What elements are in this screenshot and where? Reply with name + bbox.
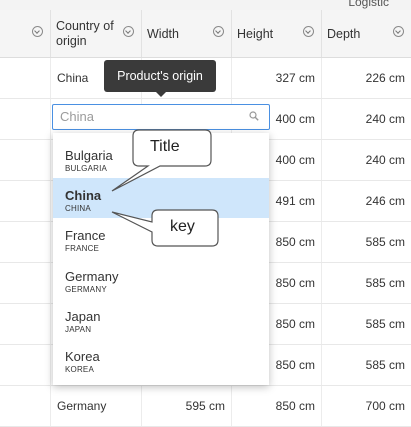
depth-cell: 585 cm xyxy=(365,276,405,290)
column-menu-icon[interactable] xyxy=(213,26,224,37)
dropdown-item-key: KOREA xyxy=(65,365,95,374)
dropdown-item-title: Korea xyxy=(65,349,100,364)
country-search-field[interactable] xyxy=(52,104,270,130)
tooltip: Product's origin xyxy=(104,60,216,97)
column-menu-icon[interactable] xyxy=(303,26,314,37)
height-cell: 850 cm xyxy=(275,399,315,413)
dropdown-item-selected[interactable]: China CHINA xyxy=(53,178,269,218)
dropdown-item-key: CHINA xyxy=(65,204,91,213)
column-divider xyxy=(50,181,51,221)
dropdown-item[interactable]: Germany GERMANY xyxy=(53,259,269,299)
dropdown-item-title: Japan xyxy=(65,309,101,324)
column-menu-icon[interactable] xyxy=(32,26,43,37)
grid-header: Country of origin Width Height Depth xyxy=(0,10,411,58)
column-header-label: Height xyxy=(237,26,274,41)
depth-cell: 226 cm xyxy=(365,71,405,85)
dropdown-item[interactable]: Korea KOREA xyxy=(53,339,269,379)
column-divider xyxy=(50,304,51,344)
column-divider xyxy=(50,263,51,303)
column-divider xyxy=(50,140,51,180)
dropdown-item[interactable]: Japan JAPAN xyxy=(53,299,269,339)
column-divider xyxy=(50,99,51,139)
column-header-depth[interactable]: Depth xyxy=(321,10,411,57)
title-callout-text: Title xyxy=(150,138,180,155)
column-menu-icon[interactable] xyxy=(393,26,404,37)
column-menu-icon[interactable] xyxy=(123,26,134,37)
dropdown-item-key: FRANCE xyxy=(65,244,100,253)
column-header-label: Width xyxy=(147,26,179,41)
depth-cell: 585 cm xyxy=(365,358,405,372)
column-header-width[interactable]: Width xyxy=(141,10,231,57)
column-header-label: Country of origin xyxy=(56,18,114,48)
dropdown-item-key: GERMANY xyxy=(65,285,107,294)
country-search-input[interactable] xyxy=(53,105,240,127)
column-divider xyxy=(50,386,51,426)
column-header-label: Depth xyxy=(327,26,361,41)
column-header-country[interactable]: Country of origin xyxy=(50,10,141,57)
dropdown-item-title: Bulgaria xyxy=(65,148,113,163)
column-header-height[interactable]: Height xyxy=(231,10,321,57)
height-cell: 327 cm xyxy=(275,71,315,85)
column-group-label: Logistic xyxy=(348,0,389,9)
country-cell: China xyxy=(57,71,89,85)
column-divider xyxy=(50,345,51,385)
column-divider xyxy=(50,222,51,262)
column-group-header: Logistic xyxy=(0,0,411,10)
dropdown-item-title: Germany xyxy=(65,269,119,284)
depth-cell: 700 cm xyxy=(365,399,405,413)
dropdown-item-key: JAPAN xyxy=(65,325,92,334)
column-divider xyxy=(50,58,51,98)
country-dropdown-list: Bulgaria BULGARIA China CHINA France FRA… xyxy=(53,133,269,385)
depth-cell: 240 cm xyxy=(365,112,405,126)
depth-cell: 585 cm xyxy=(365,317,405,331)
table-row[interactable]: Germany 595 cm 850 cm 700 cm xyxy=(0,386,411,427)
dropdown-item-title: China xyxy=(65,188,102,203)
dropdown-item-title: France xyxy=(65,228,106,243)
column-header-first[interactable] xyxy=(0,10,50,57)
width-cell: 595 cm xyxy=(185,399,225,413)
depth-cell: 240 cm xyxy=(365,153,405,167)
dropdown-item-key: BULGARIA xyxy=(65,164,108,173)
depth-cell: 585 cm xyxy=(365,235,405,249)
dropdown-item[interactable]: France FRANCE xyxy=(53,218,269,258)
depth-cell: 246 cm xyxy=(365,194,405,208)
search-icon[interactable] xyxy=(249,111,259,121)
key-callout-text: key xyxy=(170,218,195,235)
country-cell: Germany xyxy=(57,399,107,413)
